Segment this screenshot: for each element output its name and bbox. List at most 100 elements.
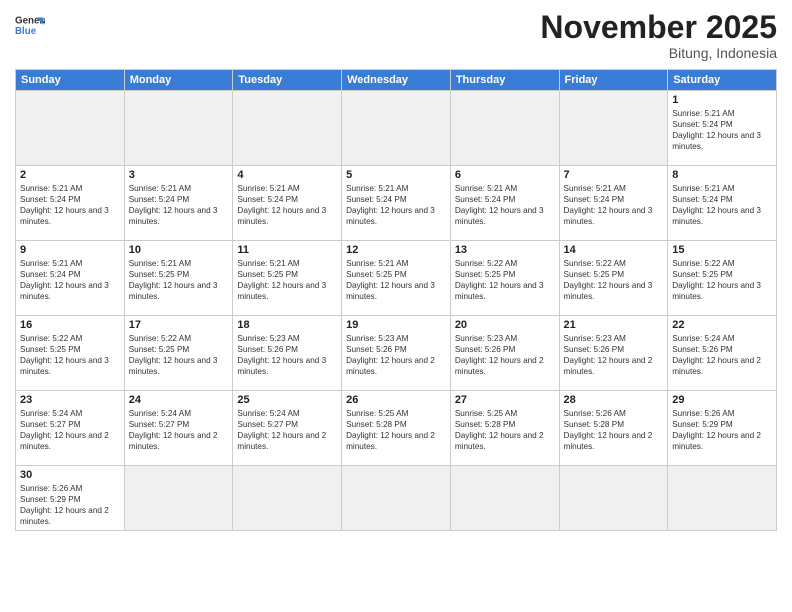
calendar-cell: 15 Sunrise: 5:22 AMSunset: 5:25 PMDayligh… xyxy=(668,241,777,316)
calendar-cell: 11 Sunrise: 5:21 AMSunset: 5:25 PMDayligh… xyxy=(233,241,342,316)
date-number: 8 xyxy=(672,169,772,181)
calendar-cell: 26Sunrise: 5:25 AMSunset: 5:28 PMDayligh… xyxy=(342,391,451,466)
cell-info: Sunrise: 5:22 AMSunset: 5:25 PMDaylight:… xyxy=(455,258,555,302)
cell-info: Sunrise: 5:22 AMSunset: 5:25 PMDaylight:… xyxy=(20,333,120,377)
day-header-friday: Friday xyxy=(559,70,668,91)
date-number: 18 xyxy=(237,319,337,331)
date-number: 30 xyxy=(20,469,120,481)
date-number: 24 xyxy=(129,394,229,406)
cell-info: Sunrise: 5:21 AMSunset: 5:24 PMDaylight:… xyxy=(564,183,664,227)
calendar-header-row: SundayMondayTuesdayWednesdayThursdayFrid… xyxy=(16,70,777,91)
day-header-wednesday: Wednesday xyxy=(342,70,451,91)
svg-text:Blue: Blue xyxy=(15,26,37,37)
calendar-cell xyxy=(124,466,233,531)
cell-info: Sunrise: 5:24 AMSunset: 5:27 PMDaylight:… xyxy=(129,408,229,452)
title-block: November 2025 Bitung, Indonesia xyxy=(540,10,777,61)
calendar-cell xyxy=(559,91,668,166)
date-number: 16 xyxy=(20,319,120,331)
calendar-cell: 28Sunrise: 5:26 AMSunset: 5:28 PMDayligh… xyxy=(559,391,668,466)
date-number: 3 xyxy=(129,169,229,181)
month-title: November 2025 xyxy=(540,10,777,45)
cell-info: Sunrise: 5:26 AMSunset: 5:29 PMDaylight:… xyxy=(672,408,772,452)
cell-info: Sunrise: 5:24 AMSunset: 5:27 PMDaylight:… xyxy=(237,408,337,452)
cell-info: Sunrise: 5:21 AMSunset: 5:25 PMDaylight:… xyxy=(237,258,337,302)
calendar-cell: 23 Sunrise: 5:24 AMSunset: 5:27 PMDayligh… xyxy=(16,391,125,466)
cell-info: Sunrise: 5:26 AMSunset: 5:29 PMDaylight:… xyxy=(20,483,120,527)
cell-info: Sunrise: 5:23 AMSunset: 5:26 PMDaylight:… xyxy=(237,333,337,377)
cell-info: Sunrise: 5:22 AMSunset: 5:25 PMDaylight:… xyxy=(129,333,229,377)
cell-info: Sunrise: 5:24 AMSunset: 5:26 PMDaylight:… xyxy=(672,333,772,377)
cell-info: Sunrise: 5:21 AMSunset: 5:24 PMDaylight:… xyxy=(346,183,446,227)
date-number: 25 xyxy=(237,394,337,406)
cell-info: Sunrise: 5:21 AMSunset: 5:25 PMDaylight:… xyxy=(346,258,446,302)
calendar-cell xyxy=(668,466,777,531)
calendar-cell xyxy=(559,466,668,531)
calendar-table: SundayMondayTuesdayWednesdayThursdayFrid… xyxy=(15,69,777,531)
day-header-saturday: Saturday xyxy=(668,70,777,91)
cell-info: Sunrise: 5:21 AMSunset: 5:25 PMDaylight:… xyxy=(129,258,229,302)
calendar-cell: 25 Sunrise: 5:24 AMSunset: 5:27 PMDayligh… xyxy=(233,391,342,466)
cell-info: Sunrise: 5:22 AMSunset: 5:25 PMDaylight:… xyxy=(672,258,772,302)
cell-info: Sunrise: 5:24 AMSunset: 5:27 PMDaylight:… xyxy=(20,408,120,452)
calendar-cell: 17 Sunrise: 5:22 AMSunset: 5:25 PMDayligh… xyxy=(124,316,233,391)
day-header-thursday: Thursday xyxy=(450,70,559,91)
date-number: 20 xyxy=(455,319,555,331)
calendar-cell: 2 Sunrise: 5:21 AMSunset: 5:24 PMDaylight… xyxy=(16,166,125,241)
calendar-cell: 10 Sunrise: 5:21 AMSunset: 5:25 PMDayligh… xyxy=(124,241,233,316)
location: Bitung, Indonesia xyxy=(540,45,777,61)
calendar-cell: 9Sunrise: 5:21 AMSunset: 5:24 PMDaylight… xyxy=(16,241,125,316)
calendar-cell: 7 Sunrise: 5:21 AMSunset: 5:24 PMDaylight… xyxy=(559,166,668,241)
date-number: 7 xyxy=(564,169,664,181)
date-number: 10 xyxy=(129,244,229,256)
date-number: 29 xyxy=(672,394,772,406)
date-number: 1 xyxy=(672,94,772,106)
cell-info: Sunrise: 5:21 AMSunset: 5:24 PMDaylight:… xyxy=(129,183,229,227)
calendar-cell: 18 Sunrise: 5:23 AMSunset: 5:26 PMDayligh… xyxy=(233,316,342,391)
calendar-cell xyxy=(450,91,559,166)
calendar-cell: 8Sunrise: 5:21 AMSunset: 5:24 PMDaylight… xyxy=(668,166,777,241)
calendar-cell: 5 Sunrise: 5:21 AMSunset: 5:24 PMDaylight… xyxy=(342,166,451,241)
date-number: 17 xyxy=(129,319,229,331)
date-number: 15 xyxy=(672,244,772,256)
day-header-sunday: Sunday xyxy=(16,70,125,91)
cell-info: Sunrise: 5:21 AMSunset: 5:24 PMDaylight:… xyxy=(20,183,120,227)
calendar-cell: 12 Sunrise: 5:21 AMSunset: 5:25 PMDayligh… xyxy=(342,241,451,316)
date-number: 14 xyxy=(564,244,664,256)
calendar-cell: 13 Sunrise: 5:22 AMSunset: 5:25 PMDayligh… xyxy=(450,241,559,316)
calendar-cell xyxy=(233,466,342,531)
date-number: 6 xyxy=(455,169,555,181)
calendar-cell xyxy=(233,91,342,166)
date-number: 12 xyxy=(346,244,446,256)
cell-info: Sunrise: 5:25 AMSunset: 5:28 PMDaylight:… xyxy=(346,408,446,452)
calendar-cell: 21Sunrise: 5:23 AMSunset: 5:26 PMDayligh… xyxy=(559,316,668,391)
calendar-cell: 22 Sunrise: 5:24 AMSunset: 5:26 PMDayligh… xyxy=(668,316,777,391)
date-number: 11 xyxy=(237,244,337,256)
calendar-cell xyxy=(342,91,451,166)
calendar-cell: 19Sunrise: 5:23 AMSunset: 5:26 PMDayligh… xyxy=(342,316,451,391)
cell-info: Sunrise: 5:23 AMSunset: 5:26 PMDaylight:… xyxy=(455,333,555,377)
cell-info: Sunrise: 5:21 AMSunset: 5:24 PMDaylight:… xyxy=(672,108,772,152)
date-number: 22 xyxy=(672,319,772,331)
date-number: 27 xyxy=(455,394,555,406)
calendar-cell: 20 Sunrise: 5:23 AMSunset: 5:26 PMDayligh… xyxy=(450,316,559,391)
calendar-cell xyxy=(124,91,233,166)
calendar-cell xyxy=(450,466,559,531)
cell-info: Sunrise: 5:21 AMSunset: 5:24 PMDaylight:… xyxy=(20,258,120,302)
day-header-monday: Monday xyxy=(124,70,233,91)
logo: General Blue xyxy=(15,10,45,40)
cell-info: Sunrise: 5:25 AMSunset: 5:28 PMDaylight:… xyxy=(455,408,555,452)
date-number: 19 xyxy=(346,319,446,331)
calendar-cell: 16 Sunrise: 5:22 AMSunset: 5:25 PMDayligh… xyxy=(16,316,125,391)
date-number: 23 xyxy=(20,394,120,406)
calendar-cell: 14Sunrise: 5:22 AMSunset: 5:25 PMDayligh… xyxy=(559,241,668,316)
date-number: 13 xyxy=(455,244,555,256)
date-number: 4 xyxy=(237,169,337,181)
calendar-cell: 6Sunrise: 5:21 AMSunset: 5:24 PMDaylight… xyxy=(450,166,559,241)
cell-info: Sunrise: 5:21 AMSunset: 5:24 PMDaylight:… xyxy=(237,183,337,227)
date-number: 2 xyxy=(20,169,120,181)
calendar-page: General Blue November 2025 Bitung, Indon… xyxy=(0,0,792,612)
calendar-cell: 3 Sunrise: 5:21 AMSunset: 5:24 PMDaylight… xyxy=(124,166,233,241)
date-number: 5 xyxy=(346,169,446,181)
calendar-cell: 24 Sunrise: 5:24 AMSunset: 5:27 PMDayligh… xyxy=(124,391,233,466)
date-number: 21 xyxy=(564,319,664,331)
